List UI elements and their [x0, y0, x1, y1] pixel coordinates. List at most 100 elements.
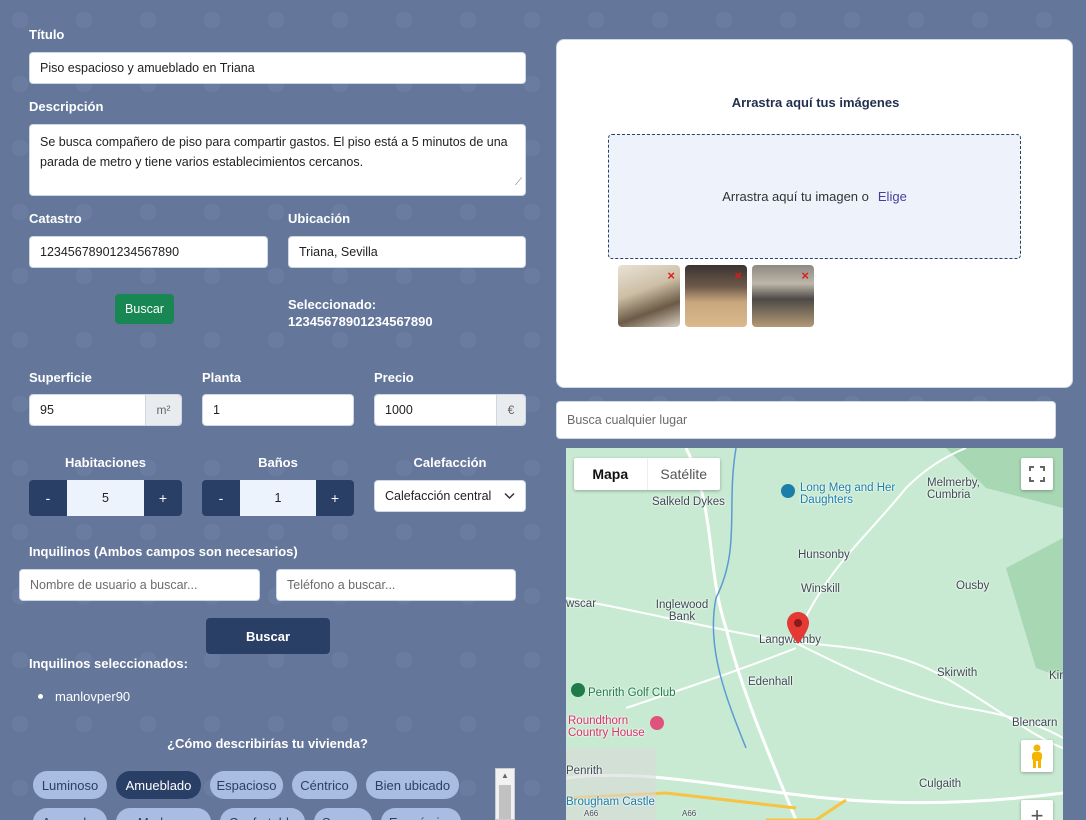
banos-decrement-button[interactable]: -	[202, 480, 240, 516]
planta-input[interactable]: 1	[202, 394, 354, 426]
inquilinos-buscar-button[interactable]: Buscar	[206, 618, 330, 654]
remove-image-icon[interactable]: ×	[734, 268, 742, 283]
superficie-group: 95 m²	[29, 394, 182, 426]
map-label: Culgaith	[919, 778, 962, 790]
map-label: Ousby	[956, 580, 990, 592]
chip-luminoso[interactable]: Luminoso	[33, 771, 107, 799]
map-view[interactable]: Mapa Satélite Salkeld Dykes Long Meg and…	[566, 448, 1063, 820]
map-label: Skirwith	[937, 667, 978, 679]
chip-row2-1[interactable]: Acogedor	[33, 808, 107, 820]
scrollbar-thumb[interactable]	[499, 785, 511, 819]
banos-value[interactable]: 1	[240, 480, 316, 516]
catastro-buscar-button[interactable]: Buscar	[115, 294, 174, 324]
precio-group: 1000 €	[374, 394, 526, 426]
habitaciones-stepper: - 5 +	[29, 480, 182, 516]
fullscreen-icon	[1029, 466, 1045, 482]
map-label: Kir	[1049, 670, 1063, 682]
map-label: Edenhall	[748, 676, 793, 688]
remove-image-icon[interactable]: ×	[667, 268, 675, 283]
planta-label: Planta	[202, 370, 242, 385]
seleccionado-label: Seleccionado:	[288, 297, 377, 312]
map-search-placeholder: Busca cualquier lugar	[567, 413, 688, 427]
habitaciones-value[interactable]: 5	[67, 480, 144, 516]
map-label: A66	[682, 809, 697, 818]
chips-scrollbar[interactable]: ▲	[495, 768, 515, 820]
catastro-input[interactable]: 12345678901234567890	[29, 236, 268, 268]
list-item: manlovper90	[38, 689, 130, 704]
inquilino-username-input[interactable]: Nombre de usuario a buscar...	[19, 569, 260, 601]
chip-row2-2[interactable]: Moderno	[116, 808, 211, 820]
dropzone-text: Arrastra aquí tu imagen o	[722, 189, 869, 204]
banos-increment-button[interactable]: +	[316, 480, 354, 516]
image-dropzone[interactable]: Arrastra aquí tu imagen o Elige	[608, 134, 1021, 259]
inquilino-name: manlovper90	[55, 689, 131, 704]
chip-row2-4[interactable]: Seguro	[314, 808, 372, 820]
images-title: Arrastra aquí tus imágenes	[731, 95, 900, 110]
street-view-button[interactable]	[1021, 740, 1053, 772]
map-tab-satelite[interactable]: Satélite	[646, 458, 721, 490]
map-label: wscar	[566, 598, 597, 610]
map-label: Hunsonby	[798, 549, 850, 561]
username-placeholder: Nombre de usuario a buscar...	[30, 578, 198, 592]
titulo-input[interactable]: Piso espacioso y amueblado en Triana	[29, 52, 526, 84]
map-label: Winskill	[801, 583, 840, 595]
hotel-icon	[650, 716, 664, 730]
inquilino-phone-input[interactable]: Teléfono a buscar...	[276, 569, 516, 601]
resize-handle-icon[interactable]: ⟋	[515, 173, 522, 193]
uploaded-image-2: ×	[685, 265, 747, 327]
ubicacion-input[interactable]: Triana, Sevilla	[288, 236, 526, 268]
map-label: Long Meg and Her Daughters	[800, 482, 896, 506]
chip-amueblado[interactable]: Amueblado	[116, 771, 201, 799]
seleccionado-value: 12345678901234567890	[288, 314, 433, 329]
calefaccion-label: Calefacción	[413, 455, 487, 470]
calefaccion-select[interactable]: Calefacción central	[374, 480, 526, 512]
chip-bien-ubicado[interactable]: Bien ubicado	[366, 771, 459, 799]
landmark-icon	[781, 484, 795, 498]
chevron-down-icon	[504, 492, 515, 500]
chip-row2-3[interactable]: Confortable	[220, 808, 305, 820]
pegman-icon	[1032, 744, 1042, 768]
descripcion-textarea[interactable]: Se busca compañero de piso para comparti…	[29, 124, 526, 196]
precio-unit: €	[496, 395, 525, 425]
banos-stepper: - 1 +	[202, 480, 354, 516]
map-label: Salkeld Dykes	[652, 496, 725, 508]
images-card: Arrastra aquí tus imágenes Arrastra aquí…	[556, 39, 1073, 388]
banos-label: Baños	[258, 455, 298, 470]
superficie-input[interactable]: 95	[30, 395, 145, 425]
map-label: Penrith Golf Club	[588, 687, 676, 699]
inquilinos-title: Inquilinos (Ambos campos son necesarios)	[29, 544, 298, 559]
map-type-control: Mapa Satélite	[574, 458, 720, 490]
habitaciones-increment-button[interactable]: +	[144, 480, 182, 516]
map-label: Inglewood Bank	[655, 599, 709, 623]
seleccionado-block: Seleccionado: 12345678901234567890	[288, 296, 433, 330]
uploaded-image-3: ×	[752, 265, 814, 327]
zoom-in-button[interactable]: +	[1021, 800, 1053, 820]
descripcion-label: Descripción	[29, 99, 104, 114]
map-pin-icon[interactable]	[787, 612, 809, 644]
map-label: A66	[584, 809, 599, 818]
phone-placeholder: Teléfono a buscar...	[287, 578, 396, 592]
map-label: Blencarn	[1012, 717, 1058, 729]
habitaciones-label: Habitaciones	[65, 455, 146, 470]
precio-label: Precio	[374, 370, 414, 385]
chip-centrico[interactable]: Céntrico	[292, 771, 357, 799]
map-label: Melmerby, Cumbria	[927, 477, 980, 501]
habitaciones-decrement-button[interactable]: -	[29, 480, 67, 516]
map-label: Brougham Castle	[566, 796, 655, 808]
fullscreen-button[interactable]	[1021, 458, 1053, 490]
map-tab-mapa[interactable]: Mapa	[574, 458, 647, 490]
uploaded-image-1: ×	[618, 265, 680, 327]
bullet-icon	[38, 694, 43, 699]
chip-espacioso[interactable]: Espacioso	[210, 771, 283, 799]
map-search-input[interactable]: Busca cualquier lugar	[556, 401, 1056, 439]
choose-image-link[interactable]: Elige	[878, 189, 907, 204]
map-label: Penrith	[566, 765, 603, 777]
chip-row2-5[interactable]: Económico	[381, 808, 461, 820]
precio-input[interactable]: 1000	[375, 395, 496, 425]
scroll-up-icon[interactable]: ▲	[496, 769, 514, 783]
catastro-label: Catastro	[29, 211, 82, 226]
remove-image-icon[interactable]: ×	[801, 268, 809, 283]
describe-question: ¿Cómo describirías tu vivienda?	[167, 736, 368, 751]
inquilinos-selected-title: Inquilinos seleccionados:	[29, 656, 188, 671]
calefaccion-value: Calefacción central	[385, 489, 492, 503]
